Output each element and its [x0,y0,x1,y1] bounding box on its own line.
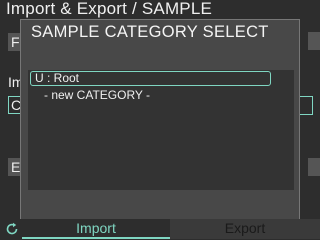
background-field-right-edge[interactable] [298,96,313,115]
category-select-dialog: SAMPLE CATEGORY SELECT U : Root - new CA… [20,19,300,220]
list-item-new-category[interactable]: - new CATEGORY - [30,88,271,103]
background-button-right-edge-2[interactable] [308,158,320,176]
list-item-root[interactable]: U : Root [30,71,271,86]
category-list[interactable]: U : Root - new CATEGORY - [28,70,294,190]
bottom-bar: Import Export [0,219,320,240]
dialog-title: SAMPLE CATEGORY SELECT [31,23,269,41]
refresh-icon[interactable] [4,220,20,238]
page-title: Import & Export / SAMPLE [6,0,213,18]
export-tab[interactable]: Export [170,219,320,239]
background-button-right-edge[interactable] [308,32,320,50]
import-tab[interactable]: Import [22,219,170,239]
